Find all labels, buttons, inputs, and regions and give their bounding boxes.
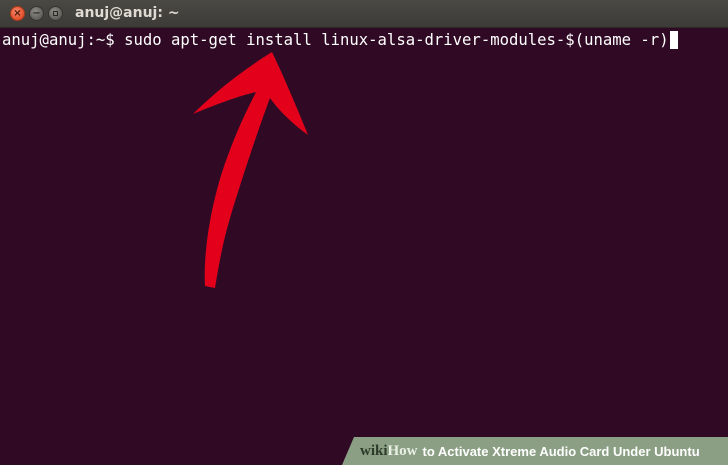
watermark-text: to Activate Xtreme Audio Card Under Ubun… — [422, 443, 700, 459]
red-arrow-icon — [193, 52, 308, 288]
wikihow-watermark: wikiHow to Activate Xtreme Audio Card Un… — [342, 437, 728, 465]
wikihow-logo: wikiHow — [360, 442, 418, 459]
